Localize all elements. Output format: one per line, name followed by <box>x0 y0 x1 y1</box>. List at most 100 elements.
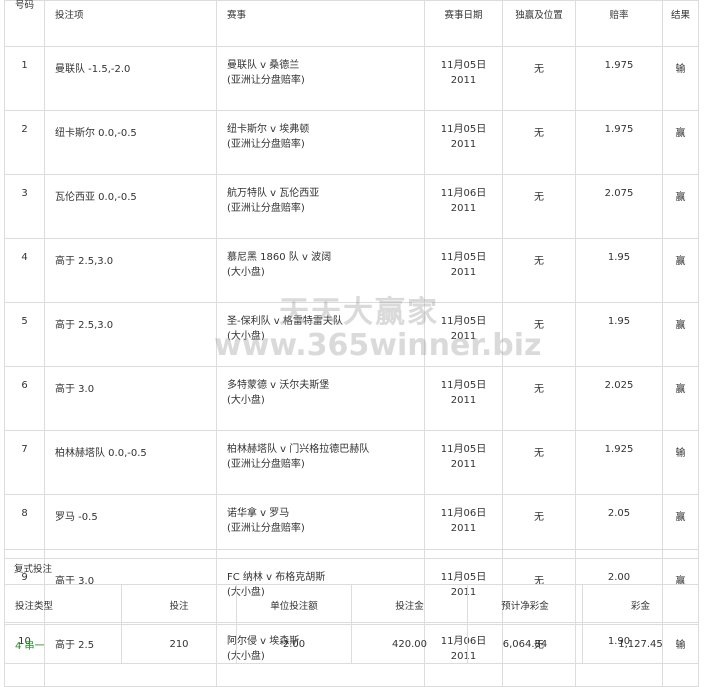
row-date: 11月05日 2011 <box>424 366 503 431</box>
date-day: 11月06日 <box>440 188 487 199</box>
date-day: 11月05日 <box>440 124 487 135</box>
event-market: (大小盘) <box>227 267 265 278</box>
row-num: 3 <box>4 174 45 239</box>
row-date: 11月05日 2011 <box>424 430 503 495</box>
date-year: 2011 <box>450 203 477 214</box>
combo-header-stake: 投注金 <box>351 584 468 625</box>
row-date: 11月05日 2011 <box>424 302 503 367</box>
header-event: 赛事 <box>216 0 425 47</box>
header-result: 结果 <box>662 0 699 47</box>
row-selection: 高于 2.5,3.0 <box>44 238 217 303</box>
header-odds: 赔率 <box>575 0 663 47</box>
combo-header-bets: 投注 <box>121 584 237 625</box>
event-name: 航万特队 v 瓦伦西亚 <box>227 188 320 199</box>
row-num: 7 <box>4 430 45 495</box>
event-market: (亚洲让分盘赔率) <box>227 139 305 150</box>
table-header-row: 号码 投注项 赛事 赛事日期 独赢及位置 赔率 结果 <box>4 0 699 47</box>
row-event: 慕尼黑 1860 队 v 波阔 (大小盘) <box>216 238 425 303</box>
event-market: (大小盘) <box>227 395 265 406</box>
event-market: (亚洲让分盘赔率) <box>227 459 305 470</box>
row-odds: 1.95 <box>575 302 663 367</box>
row-date: 11月05日 2011 <box>424 238 503 303</box>
header-selection: 投注项 <box>44 0 217 47</box>
table-row: 1 曼联队 -1.5,-2.0 曼联队 v 桑德兰 (亚洲让分盘赔率) 11月05… <box>4 46 699 111</box>
row-date: 11月05日 2011 <box>424 110 503 175</box>
combo-header-payout: 彩金 <box>582 584 699 625</box>
table-row: 3 瓦伦西亚 0.0,-0.5 航万特队 v 瓦伦西亚 (亚洲让分盘赔率) 11月… <box>4 174 699 239</box>
date-day: 11月05日 <box>440 316 487 327</box>
date-year: 2011 <box>450 459 477 470</box>
date-year: 2011 <box>450 139 477 150</box>
row-result: 赢 <box>662 110 699 175</box>
combo-section-title: 复式投注 <box>4 549 698 584</box>
row-odds: 2.025 <box>575 366 663 431</box>
event-name: 纽卡斯尔 v 埃弗顿 <box>227 124 310 135</box>
row-selection: 曼联队 -1.5,-2.0 <box>44 46 217 111</box>
row-event: 曼联队 v 桑德兰 (亚洲让分盘赔率) <box>216 46 425 111</box>
date-day: 11月05日 <box>440 60 487 71</box>
row-num: 6 <box>4 366 45 431</box>
event-market: (亚洲让分盘赔率) <box>227 523 305 534</box>
row-position: 无 <box>502 110 576 175</box>
row-event: 纽卡斯尔 v 埃弗顿 (亚洲让分盘赔率) <box>216 110 425 175</box>
row-event: 航万特队 v 瓦伦西亚 (亚洲让分盘赔率) <box>216 174 425 239</box>
combo-header-type: 投注类型 <box>4 584 122 625</box>
event-name: 圣-保利队 v 格雷特雷夫队 <box>227 316 343 327</box>
row-odds: 1.975 <box>575 110 663 175</box>
row-selection: 瓦伦西亚 0.0,-0.5 <box>44 174 217 239</box>
row-result: 输 <box>662 430 699 495</box>
table-row: 7 柏林赫塔队 0.0,-0.5 柏林赫塔队 v 门兴格拉德巴赫队 (亚洲让分盘赔… <box>4 430 699 495</box>
event-name: 柏林赫塔队 v 门兴格拉德巴赫队 <box>227 444 370 455</box>
row-odds: 2.075 <box>575 174 663 239</box>
row-result: 赢 <box>662 174 699 239</box>
date-day: 11月06日 <box>440 508 487 519</box>
row-event: 柏林赫塔队 v 门兴格拉德巴赫队 (亚洲让分盘赔率) <box>216 430 425 495</box>
row-num: 4 <box>4 238 45 303</box>
header-num: 号码 <box>4 0 45 47</box>
row-odds: 1.95 <box>575 238 663 303</box>
row-position: 无 <box>502 46 576 111</box>
combo-bet-table: 投注类型 投注 单位投注额 投注金 预计净彩金 彩金 4 串一 210 2.00… <box>4 584 699 664</box>
row-position: 无 <box>502 430 576 495</box>
row-position: 无 <box>502 238 576 303</box>
row-num: 1 <box>4 46 45 111</box>
row-event: 圣-保利队 v 格雷特雷夫队 (大小盘) <box>216 302 425 367</box>
row-odds: 1.925 <box>575 430 663 495</box>
event-name: 诺华拿 v 罗马 <box>227 508 290 519</box>
row-date: 11月05日 2011 <box>424 46 503 111</box>
event-name: 慕尼黑 1860 队 v 波阔 <box>227 252 332 263</box>
event-market: (大小盘) <box>227 331 265 342</box>
table-row: 4 高于 2.5,3.0 慕尼黑 1860 队 v 波阔 (大小盘) 11月05日… <box>4 238 699 303</box>
date-day: 11月05日 <box>440 444 487 455</box>
row-odds: 1.975 <box>575 46 663 111</box>
row-num: 5 <box>4 302 45 367</box>
event-name: 曼联队 v 桑德兰 <box>227 60 300 71</box>
table-row: 5 高于 2.5,3.0 圣-保利队 v 格雷特雷夫队 (大小盘) 11月05日 2… <box>4 302 699 367</box>
date-year: 2011 <box>450 523 477 534</box>
table-row: 2 纽卡斯尔 0.0,-0.5 纽卡斯尔 v 埃弗顿 (亚洲让分盘赔率) 11月0… <box>4 110 699 175</box>
date-year: 2011 <box>450 75 477 86</box>
combo-header-unit: 单位投注额 <box>236 584 352 625</box>
table-row: 6 高于 3.0 多特蒙德 v 沃尔夫斯堡 (大小盘) 11月05日 2011 无 … <box>4 366 699 431</box>
date-year: 2011 <box>450 395 477 406</box>
header-date: 赛事日期 <box>424 0 503 47</box>
row-selection: 高于 3.0 <box>44 366 217 431</box>
row-result: 赢 <box>662 302 699 367</box>
combo-header-est-payout: 预计净彩金 <box>467 584 583 625</box>
header-position: 独赢及位置 <box>502 0 576 47</box>
row-selection: 纽卡斯尔 0.0,-0.5 <box>44 110 217 175</box>
row-position: 无 <box>502 174 576 239</box>
row-event: 多特蒙德 v 沃尔夫斯堡 (大小盘) <box>216 366 425 431</box>
row-date: 11月06日 2011 <box>424 174 503 239</box>
date-year: 2011 <box>450 267 477 278</box>
row-num: 2 <box>4 110 45 175</box>
row-selection: 柏林赫塔队 0.0,-0.5 <box>44 430 217 495</box>
row-position: 无 <box>502 366 576 431</box>
row-selection: 高于 2.5,3.0 <box>44 302 217 367</box>
event-name: 多特蒙德 v 沃尔夫斯堡 <box>227 380 330 391</box>
event-market: (亚洲让分盘赔率) <box>227 75 305 86</box>
row-position: 无 <box>502 302 576 367</box>
combo-header-row: 投注类型 投注 单位投注额 投注金 预计净彩金 彩金 <box>4 584 699 625</box>
row-result: 输 <box>662 46 699 111</box>
date-day: 11月05日 <box>440 380 487 391</box>
